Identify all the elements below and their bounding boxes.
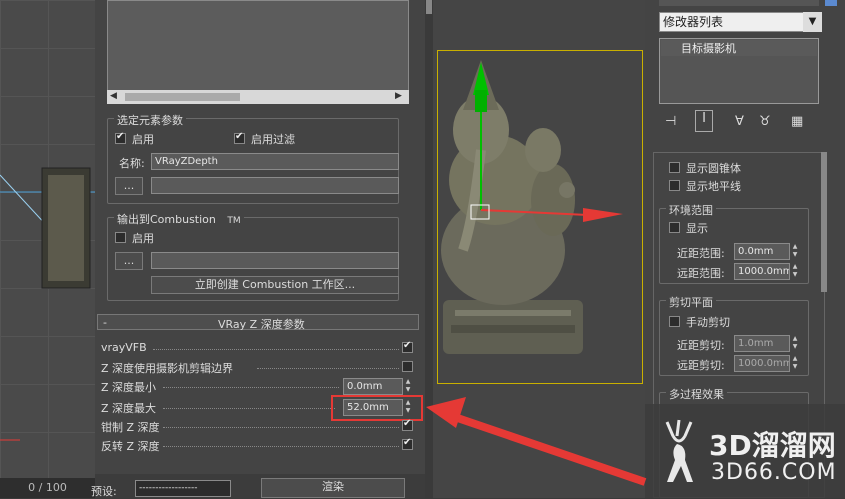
tm-mark: TM — [227, 216, 241, 226]
env-range-title: 环境范围 — [666, 202, 716, 218]
timeline-frame[interactable]: 0 / 100 — [0, 478, 95, 498]
ganesha-statue-render — [441, 60, 623, 354]
panel-scroll-thumb[interactable] — [426, 0, 432, 14]
show-end-result-icon[interactable]: I — [695, 110, 713, 132]
use-camera-clip-label: Z 深度使用摄影机剪辑边界 — [101, 362, 234, 375]
manual-clip-label: 手动剪切 — [686, 316, 730, 329]
combustion-browse-button[interactable]: ... — [115, 252, 143, 270]
multipass-title: 多过程效果 — [666, 386, 727, 402]
near-range-spinner[interactable]: ▲ ▼ — [791, 243, 799, 260]
color-swatch[interactable] — [825, 0, 837, 6]
scroll-right-icon[interactable]: ▶ — [395, 91, 402, 101]
near-clip-label: 近距剪切: — [677, 339, 725, 352]
pin-stack-icon[interactable]: ⊣ — [665, 114, 676, 129]
leader-dots — [163, 401, 335, 409]
near-clip-spinner[interactable]: ▲ ▼ — [791, 335, 799, 352]
z-depth-max-label: Z 深度最大 — [101, 402, 157, 415]
make-unique-icon[interactable]: ∀ — [735, 114, 744, 129]
configure-sets-icon[interactable]: ▦ — [791, 114, 803, 129]
combustion-enable-label: 启用 — [132, 232, 154, 245]
name-field-partial[interactable] — [659, 0, 819, 6]
name-field[interactable]: VRayZDepth — [151, 153, 399, 170]
deer-logo-icon — [665, 419, 693, 482]
enable-filter-checkbox[interactable] — [234, 131, 245, 144]
invert-z-checkbox[interactable] — [402, 437, 413, 450]
clamp-z-checkbox[interactable] — [402, 418, 413, 431]
create-combustion-workspace-button[interactable]: 立即创建 Combustion 工作区... — [151, 276, 399, 294]
rollout-title: VRay Z 深度参数 — [218, 318, 305, 331]
panel-scrollbar[interactable] — [425, 0, 433, 498]
scroll-thumb[interactable] — [125, 93, 240, 101]
collapse-icon[interactable]: - — [103, 316, 107, 329]
enable-checkbox[interactable] — [115, 131, 126, 144]
clipping-title: 剪切平面 — [666, 294, 716, 310]
show-horizon-checkbox[interactable] — [669, 180, 680, 191]
use-camera-clip-checkbox[interactable] — [402, 361, 413, 372]
enable-filter-label: 启用过滤 — [251, 133, 295, 146]
far-range-field[interactable]: 1000.0mm — [734, 263, 790, 280]
remove-modifier-icon[interactable]: ♉ — [759, 114, 771, 129]
show-horizon-label: 显示地平线 — [686, 180, 741, 193]
near-clip-field[interactable]: 1.0mm — [734, 335, 790, 352]
near-range-field[interactable]: 0.0mm — [734, 243, 790, 260]
stack-item-target-camera[interactable]: 目标摄影机 — [661, 40, 817, 56]
leader-dots — [163, 380, 339, 388]
left-viewport-lines — [0, 167, 95, 441]
far-clip-label: 远距剪切: — [677, 359, 725, 372]
render-button[interactable]: 渲染 — [261, 478, 405, 498]
combustion-path-field[interactable] — [151, 252, 399, 269]
far-range-label: 远距范围: — [677, 267, 725, 280]
z-depth-min-label: Z 深度最小 — [101, 381, 157, 394]
camera-viewport[interactable] — [433, 0, 645, 498]
right-panel-scrollbar[interactable] — [821, 152, 827, 292]
show-cone-label: 显示圆锥体 — [686, 162, 741, 175]
name-label: 名称: — [119, 157, 145, 170]
modifier-list-dropdown[interactable]: 修改器列表 — [659, 12, 822, 32]
browse-button[interactable]: ... — [115, 177, 143, 195]
far-range-spinner[interactable]: ▲ ▼ — [791, 263, 799, 280]
left-viewport[interactable]: 0 / 100 — [0, 0, 95, 498]
modifier-stack[interactable]: 目标摄影机 — [659, 38, 819, 104]
scroll-left-icon[interactable]: ◀ — [110, 91, 117, 101]
far-clip-spinner[interactable]: ▲ ▼ — [791, 355, 799, 372]
chevron-down-icon[interactable]: ▼ — [803, 12, 822, 32]
clamp-z-label: 钳制 Z 深度 — [101, 421, 160, 434]
leader-dots — [257, 361, 399, 369]
elements-list[interactable] — [107, 0, 409, 104]
preset-dropdown[interactable]: ------------------ — [135, 480, 231, 497]
watermark: 3D溜溜网 3D66.COM — [645, 404, 845, 498]
z-depth-min-field[interactable]: 0.0mm — [343, 378, 403, 395]
stack-toolbar: ⊣ I ∀ ♉ ▦ — [661, 110, 831, 132]
combustion-enable-checkbox[interactable] — [115, 232, 126, 243]
leader-dots — [163, 439, 399, 447]
render-element-panel: ◀ ▶ 选定元素参数 启用 启用过滤 名称: VRayZDepth ... 输出… — [91, 0, 425, 498]
group-title: 输出到Combustion TM — [114, 211, 244, 227]
watermark-url: 3D66.COM — [711, 460, 837, 485]
vrayvfb-checkbox[interactable] — [402, 340, 413, 353]
far-clip-field[interactable]: 1000.0mm — [734, 355, 790, 372]
vray-z-rollout-header[interactable]: - VRay Z 深度参数 — [97, 314, 419, 331]
group-title: 选定元素参数 — [114, 112, 186, 128]
preset-label: 预设: — [91, 485, 117, 498]
z-depth-min-spinner[interactable]: ▲ ▼ — [404, 378, 412, 395]
env-show-checkbox[interactable] — [669, 222, 680, 233]
env-show-label: 显示 — [686, 222, 708, 235]
near-range-label: 近距范围: — [677, 247, 725, 260]
combustion-title: 输出到Combustion — [117, 213, 216, 226]
vrayvfb-label: vrayVFB — [101, 341, 147, 354]
camera-modify-panel: 修改器列表 ▼ 目标摄影机 ⊣ I ∀ ♉ ▦ 显示圆锥体 显示地平线 环境范围… — [645, 0, 845, 498]
horizontal-scrollbar[interactable]: ◀ ▶ — [107, 90, 409, 104]
output-path-field[interactable] — [151, 177, 399, 194]
leader-dots — [163, 420, 399, 428]
watermark-brand: 3D溜溜网 — [709, 429, 836, 462]
leader-dots — [153, 342, 399, 350]
enable-label: 启用 — [132, 133, 154, 146]
invert-z-label: 反转 Z 深度 — [101, 440, 160, 453]
show-cone-checkbox[interactable] — [669, 162, 680, 173]
manual-clip-checkbox[interactable] — [669, 316, 680, 327]
